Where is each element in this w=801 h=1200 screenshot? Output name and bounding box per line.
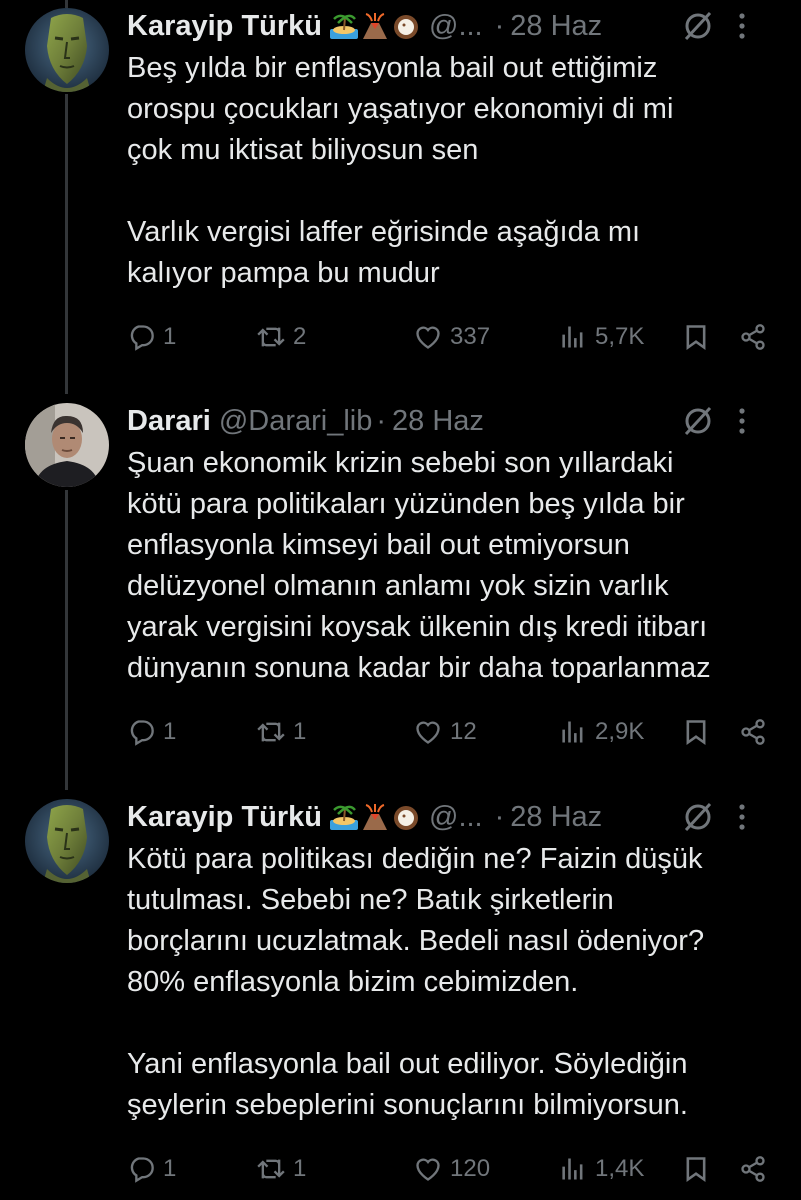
display-name[interactable]: Karayip Türkü [127, 10, 322, 43]
retweet-count: 1 [293, 718, 307, 745]
share-icon [741, 1156, 765, 1182]
tweet-text: Kötü para politikası dediğin ne? Faizin … [127, 843, 705, 1121]
retweet-count: 1 [293, 1155, 307, 1182]
separator-dot: · [494, 9, 505, 42]
retweet-icon [257, 722, 285, 742]
like-count: 120 [450, 1155, 491, 1182]
tweet-header: Darari @Darari_lib · 28 Haz [127, 401, 781, 441]
bookmark-icon [686, 325, 706, 350]
bookmark-button[interactable] [682, 317, 710, 357]
action-bar: 1 2 337 5,7K [127, 317, 781, 357]
share-button[interactable] [739, 712, 767, 752]
view-count: 2,9K [595, 718, 645, 745]
reply-icon [130, 1157, 154, 1183]
avatar[interactable] [25, 8, 109, 92]
tweet-text: Şuan ekonomik krizin sebebi son yıllarda… [127, 447, 711, 684]
avatar-stone-face-icon [25, 799, 109, 883]
reply-count: 1 [163, 718, 177, 745]
views-icon [562, 326, 583, 348]
timestamp[interactable]: 28 Haz [510, 801, 602, 834]
beach-island-icon [330, 14, 358, 39]
tweet-header: Karayip Türkü @... · 28 Haz [127, 797, 781, 837]
views-icon [562, 721, 583, 743]
volcano-icon [363, 804, 387, 830]
heart-icon [416, 721, 440, 744]
reply-icon [130, 325, 154, 351]
avatar[interactable] [25, 403, 109, 487]
share-icon [741, 324, 765, 350]
reply-button[interactable]: 1 [127, 317, 176, 357]
bookmark-button[interactable] [682, 1149, 710, 1189]
like-button[interactable]: 120 [414, 1149, 490, 1189]
views-button[interactable]: 2,9K [559, 712, 644, 752]
handle[interactable]: @Darari_lib [219, 405, 373, 438]
like-count: 337 [450, 323, 491, 350]
grok-icon[interactable] [681, 404, 715, 438]
display-name[interactable]: Darari [127, 405, 211, 438]
handle[interactable]: @... [429, 10, 483, 43]
views-icon [562, 1158, 583, 1180]
separator-dot: · [494, 800, 505, 833]
like-button[interactable]: 337 [414, 317, 490, 357]
avatar-stone-face-icon [25, 8, 109, 92]
heart-icon [416, 1158, 440, 1181]
reply-icon [130, 720, 154, 746]
share-icon [741, 719, 765, 745]
bookmark-icon [686, 720, 706, 745]
retweet-icon [257, 1159, 285, 1179]
grok-icon[interactable] [681, 800, 715, 834]
bookmark-button[interactable] [682, 712, 710, 752]
timestamp[interactable]: 28 Haz [510, 10, 602, 43]
heart-icon [416, 326, 440, 349]
grok-icon[interactable] [681, 9, 715, 43]
handle[interactable]: @... [429, 801, 483, 834]
share-button[interactable] [739, 317, 767, 357]
more-options-icon[interactable] [737, 11, 747, 41]
reply-button[interactable]: 1 [127, 712, 176, 752]
name-emojis [329, 11, 421, 41]
more-options-icon[interactable] [737, 406, 747, 436]
action-bar: 1 1 120 1,4K [127, 1149, 781, 1189]
coconut-icon [394, 15, 418, 39]
tweet-2[interactable]: Darari @Darari_lib · 28 Haz Şuan ekonomi… [0, 395, 801, 785]
retweet-button[interactable]: 1 [257, 1149, 306, 1189]
reply-count: 1 [163, 1155, 177, 1182]
more-options-icon[interactable] [737, 802, 747, 832]
view-count: 5,7K [595, 323, 645, 350]
reply-count: 1 [163, 323, 177, 350]
avatar[interactable] [25, 799, 109, 883]
tweet-header: Karayip Türkü @... · 28 Haz [127, 6, 781, 46]
retweet-count: 2 [293, 323, 307, 350]
retweet-icon [257, 327, 285, 347]
action-bar: 1 1 12 2,9K [127, 712, 781, 752]
separator-dot: · [376, 404, 387, 437]
display-name[interactable]: Karayip Türkü [127, 801, 322, 834]
beach-island-icon [330, 805, 358, 830]
view-count: 1,4K [595, 1155, 645, 1182]
bookmark-icon [686, 1157, 706, 1182]
like-button[interactable]: 12 [414, 712, 477, 752]
views-button[interactable]: 1,4K [559, 1149, 644, 1189]
retweet-button[interactable]: 1 [257, 712, 306, 752]
views-button[interactable]: 5,7K [559, 317, 644, 357]
retweet-button[interactable]: 2 [257, 317, 306, 357]
reply-button[interactable]: 1 [127, 1149, 176, 1189]
volcano-icon [363, 13, 387, 39]
tweet-text: Beş yılda bir enflasyonla bail out ettiğ… [127, 52, 674, 289]
coconut-icon [394, 806, 418, 830]
timestamp[interactable]: 28 Haz [392, 405, 484, 438]
share-button[interactable] [739, 1149, 767, 1189]
like-count: 12 [450, 718, 477, 745]
tweet-3[interactable]: Karayip Türkü @... · 28 Haz Kötü para po… [0, 791, 801, 1200]
avatar-person-photo-icon [25, 403, 109, 487]
name-emojis [329, 802, 421, 832]
tweet-1[interactable]: Karayip Türkü @... · 28 Haz Beş yılda bi… [0, 0, 801, 390]
